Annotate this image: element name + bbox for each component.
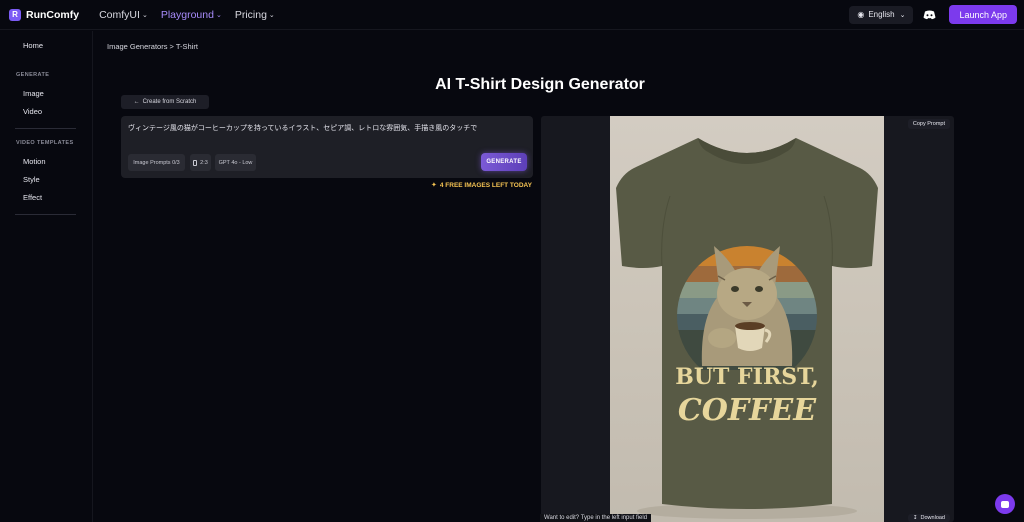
nav-item-comfyui[interactable]: ComfyUI ⌄ <box>99 9 148 21</box>
chevron-down-icon: ⌄ <box>268 11 275 19</box>
prompt-card: ヴィンテージ風の猫がコーヒーカップを持っているイラスト、セピア調、レトロな雰囲気… <box>121 116 533 178</box>
image-prompts-chip[interactable]: Image Prompts 0/3 <box>128 154 185 171</box>
logo-text: RunComfy <box>26 8 80 21</box>
prompt-input[interactable]: ヴィンテージ風の猫がコーヒーカップを持っているイラスト、セピア調、レトロな雰囲気… <box>128 123 477 133</box>
nav-item-label: Playground <box>160 8 214 21</box>
sidebar-divider <box>15 214 76 215</box>
chat-support-button[interactable] <box>995 494 1015 514</box>
launch-app-button[interactable]: Launch App <box>949 5 1017 24</box>
create-from-scratch-label: Create from Scratch <box>142 99 197 105</box>
aspect-ratio-label: 2:3 <box>200 159 208 166</box>
sidebar-item-home[interactable]: Home <box>23 41 43 50</box>
sidebar: Home GENERATE Image Video VIDEO TEMPLATE… <box>0 31 93 522</box>
breadcrumb: Image Generators > T-Shirt <box>107 42 198 51</box>
chevron-down-icon: ⌄ <box>899 11 906 19</box>
sidebar-item-style[interactable]: Style <box>23 175 40 184</box>
nav-item-label: Pricing <box>234 8 267 21</box>
sidebar-item-video[interactable]: Video <box>23 107 42 116</box>
download-button[interactable]: ↧ Download <box>907 514 950 522</box>
download-icon: ↧ <box>912 515 918 521</box>
nav-item-label: ComfyUI <box>99 8 140 21</box>
breadcrumb-current: T-Shirt <box>175 42 198 51</box>
download-label: Download <box>920 515 945 521</box>
shirt-text-line1: BUT FIRST, <box>675 364 819 390</box>
breadcrumb-separator: > <box>169 42 174 51</box>
page-title: AI T-Shirt Design Generator <box>435 76 645 93</box>
breadcrumb-parent[interactable]: Image Generators <box>107 42 167 51</box>
model-chip[interactable]: GPT 4o - Low <box>215 154 256 171</box>
aspect-ratio-icon <box>193 159 198 166</box>
aspect-ratio-chip[interactable]: 2:3 <box>190 154 211 171</box>
language-selector[interactable]: ◉ English ⌄ <box>849 5 914 24</box>
sidebar-divider <box>15 128 76 129</box>
shirt-text-line2: COFFEE <box>678 393 817 428</box>
sidebar-heading-video-templates: VIDEO TEMPLATES <box>16 140 74 146</box>
chevron-down-icon: ⌄ <box>141 11 148 19</box>
globe-icon: ◉ <box>857 10 865 19</box>
generated-image[interactable]: BUT FIRST, COFFEE <box>610 116 884 522</box>
party-icon: ✦ <box>431 182 437 189</box>
free-images-label: 4 FREE IMAGES LEFT TODAY <box>439 181 532 189</box>
tshirt-illustration: BUT FIRST, COFFEE <box>616 138 878 519</box>
image-preview-panel: BUT FIRST, COFFEE Copy Prompt Want to ed… <box>540 116 954 522</box>
language-label: English <box>868 10 895 19</box>
logo-mark-icon: R <box>9 8 21 21</box>
create-from-scratch-button[interactable]: ← Create from Scratch <box>121 95 209 109</box>
nav-item-playground[interactable]: Playground ⌄ <box>161 9 222 21</box>
logo[interactable]: R RunComfy <box>9 8 80 21</box>
top-navbar: R RunComfy ComfyUI ⌄ Playground ⌄ Pricin… <box>0 0 1024 30</box>
free-images-note: ✦ 4 FREE IMAGES LEFT TODAY <box>431 181 532 190</box>
arrow-left-icon: ← <box>133 99 140 105</box>
chevron-down-icon: ⌄ <box>215 11 222 19</box>
main-nav: ComfyUI ⌄ Playground ⌄ Pricing ⌄ <box>99 9 288 21</box>
sidebar-item-motion[interactable]: Motion <box>23 157 46 166</box>
sidebar-item-effect[interactable]: Effect <box>23 193 42 202</box>
edit-hint: Want to edit? Type in the left input fie… <box>540 514 652 522</box>
chat-icon <box>1001 500 1009 508</box>
discord-icon[interactable] <box>923 10 937 20</box>
top-right-actions: ◉ English ⌄ Launch App <box>849 5 1017 24</box>
nav-item-pricing[interactable]: Pricing ⌄ <box>235 9 275 21</box>
generate-button[interactable]: GENERATE <box>481 153 527 171</box>
copy-prompt-button[interactable]: Copy Prompt <box>907 119 950 129</box>
